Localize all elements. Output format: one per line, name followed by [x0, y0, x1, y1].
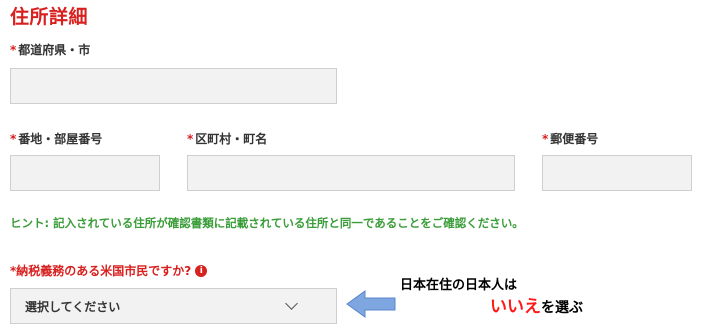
annotation-emphasis: いいえ [490, 297, 541, 317]
postal-label-text: 郵便番号 [550, 132, 599, 146]
section-title: 住所詳細 [10, 6, 89, 28]
annotation-line1: 日本在住の日本人は [400, 278, 518, 293]
required-mark: * [542, 132, 549, 146]
annotation-line2: いいえを選ぶ [490, 292, 583, 317]
postal-field[interactable] [542, 155, 692, 191]
annotation-suffix: を選ぶ [541, 300, 583, 316]
city-label-text: 都道府県・市 [18, 43, 91, 57]
district-field[interactable] [187, 155, 515, 191]
required-mark: * [10, 43, 17, 57]
address-hint: ヒント: 記入されている住所が確認書類に記載されている住所と同一であることをご確… [10, 216, 524, 230]
tax-question-text: *納税義務のある米国市民ですか? [10, 264, 192, 278]
city-field[interactable] [10, 68, 337, 104]
street-field[interactable] [10, 155, 160, 191]
city-label: * 都道府県・市 [10, 41, 90, 58]
postal-label: * 郵便番号 [542, 130, 598, 147]
required-mark: * [10, 132, 17, 146]
info-icon[interactable]: i [195, 264, 208, 277]
tax-question-label: *納税義務のある米国市民ですか? i [10, 262, 208, 279]
street-label-text: 番地・部屋番号 [18, 132, 103, 146]
select-value: 選択してください [25, 299, 121, 314]
chevron-down-icon [285, 297, 298, 310]
street-label: * 番地・部屋番号 [10, 130, 102, 147]
tax-status-select[interactable]: 選択してください [10, 288, 337, 324]
left-arrow-icon [346, 290, 396, 318]
required-mark: * [187, 132, 194, 146]
district-label: * 区町村・町名 [187, 130, 267, 147]
district-label-text: 区町村・町名 [195, 132, 268, 146]
